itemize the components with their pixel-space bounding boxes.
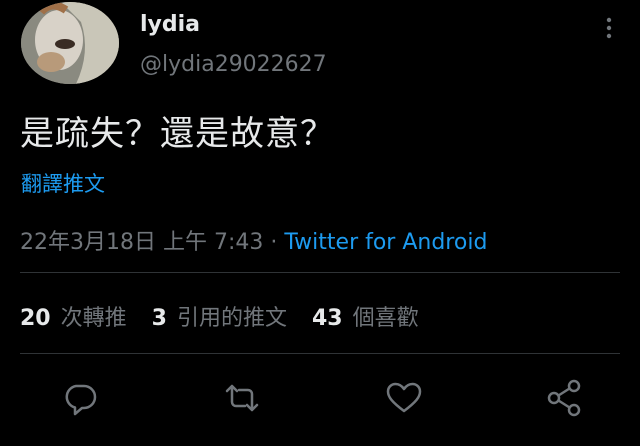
- quote-count-value: 3: [151, 306, 167, 331]
- retweet-icon[interactable]: [218, 374, 266, 422]
- more-options-icon[interactable]: [602, 14, 616, 42]
- like-count-label: 個喜歡: [352, 306, 419, 331]
- divider: [20, 272, 620, 273]
- retweet-count[interactable]: 20 次轉推: [20, 306, 127, 331]
- author-display-name[interactable]: lydia: [140, 12, 200, 37]
- heart-icon[interactable]: [380, 374, 428, 422]
- like-count-value: 43: [311, 306, 343, 331]
- like-count[interactable]: 43 個喜歡: [312, 306, 419, 331]
- retweet-count-value: 20: [20, 306, 51, 331]
- retweet-count-label: 次轉推: [60, 306, 127, 331]
- avatar[interactable]: [21, 2, 119, 84]
- share-icon[interactable]: [540, 374, 588, 422]
- engagement-stats: 20 次轉推 3 引用的推文 43 個喜歡: [20, 300, 437, 332]
- tweet-timestamp[interactable]: 22年3月18日 上午 7:43: [20, 230, 263, 255]
- quote-count-label: 引用的推文: [176, 306, 287, 331]
- divider: [20, 353, 620, 354]
- author-handle[interactable]: @lydia29022627: [140, 52, 327, 77]
- reply-icon[interactable]: [56, 374, 104, 422]
- tweet-text: 是疏失？還是故意？: [20, 114, 335, 154]
- avatar-image: [21, 2, 119, 84]
- meta-separator: ·: [263, 230, 285, 255]
- tweet-meta: 22年3月18日 上午 7:43 · Twitter for Android: [20, 224, 487, 256]
- tweet-actions: [0, 374, 640, 422]
- translate-tweet-link[interactable]: 翻譯推文: [21, 168, 105, 198]
- tweet-source-link[interactable]: Twitter for Android: [284, 230, 487, 255]
- quote-count[interactable]: 3 引用的推文: [152, 306, 287, 331]
